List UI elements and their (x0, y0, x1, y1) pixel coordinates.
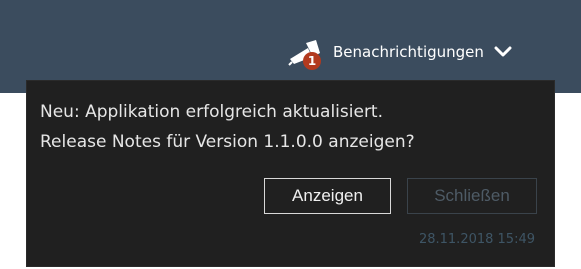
close-button[interactable]: Schließen (407, 178, 537, 214)
notification-count-badge: 1 (303, 52, 321, 70)
notification-message-line2: Release Notes für Version 1.1.0.0 anzeig… (40, 132, 415, 152)
show-button[interactable]: Anzeigen (264, 178, 391, 214)
notifications-toggle[interactable]: 1 Benachrichtigungen (287, 37, 512, 70)
notification-popup: Neu: Applikation erfolgreich aktualisier… (26, 80, 555, 267)
notifications-label: Benachrichtigungen (333, 43, 484, 61)
notification-bell[interactable]: 1 (287, 37, 327, 70)
chevron-down-icon[interactable] (494, 45, 512, 59)
notification-message-line1: Neu: Applikation erfolgreich aktualisier… (40, 102, 384, 122)
notification-timestamp: 28.11.2018 15:49 (418, 232, 535, 247)
